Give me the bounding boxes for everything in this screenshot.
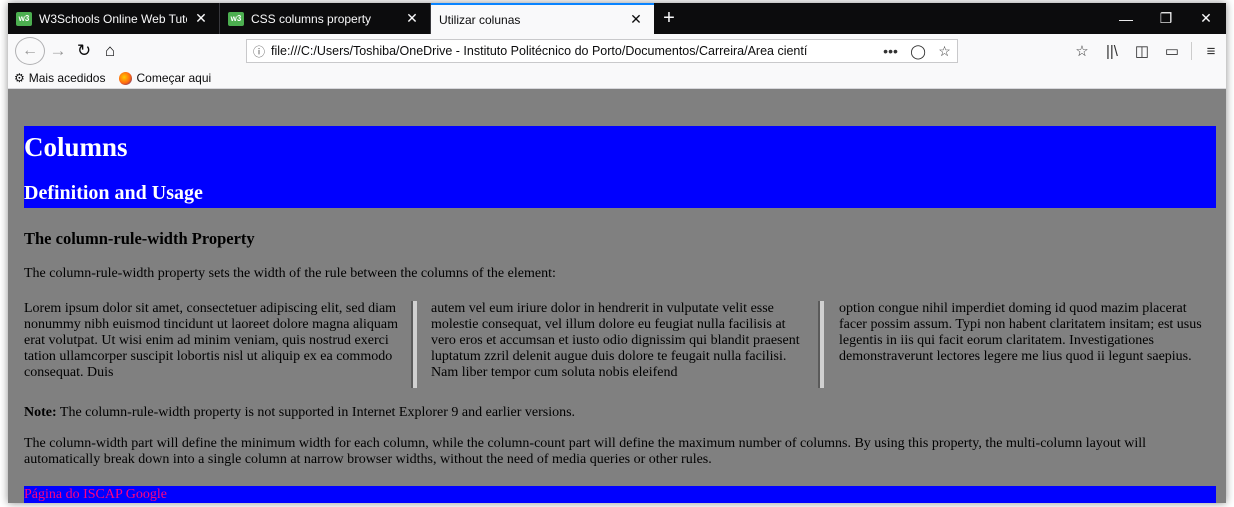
- hamburger-menu-icon[interactable]: ≡: [1196, 43, 1226, 60]
- pocket-icon[interactable]: ◯: [910, 43, 926, 60]
- browser-window: w3 W3Schools Online Web Tutoria ✕ w3 CSS…: [8, 3, 1226, 503]
- tab-css-columns[interactable]: w3 CSS columns property ✕: [220, 3, 431, 34]
- info-icon[interactable]: ⓘ: [247, 43, 271, 60]
- bookmarks-star-list-icon[interactable]: ☆: [1067, 42, 1097, 60]
- multi-column-text: Lorem ipsum dolor sit amet, consectetuer…: [24, 301, 1216, 389]
- restore-button[interactable]: ❐: [1146, 3, 1186, 34]
- back-button[interactable]: ←: [15, 37, 45, 65]
- gear-icon: ⚙: [14, 71, 25, 85]
- close-tab-icon[interactable]: ✕: [404, 10, 420, 27]
- close-tab-icon[interactable]: ✕: [628, 11, 644, 28]
- toolbar-right: ☆ ||\ ◫ ▭ ≡: [1067, 34, 1226, 68]
- firefox-icon: [119, 71, 133, 85]
- url-text[interactable]: file:///C:/Users/Toshiba/OneDrive - Inst…: [271, 44, 877, 58]
- toolbar-divider: [1191, 42, 1192, 60]
- bookmark-star-icon[interactable]: ☆: [938, 43, 951, 60]
- note-paragraph: Note: The column-rule-width property is …: [24, 405, 575, 421]
- tab-utilizar-colunas[interactable]: Utilizar colunas ✕: [431, 3, 654, 34]
- page-actions-menu-icon[interactable]: •••: [883, 43, 898, 60]
- close-window-button[interactable]: ✕: [1186, 3, 1226, 34]
- close-tab-icon[interactable]: ✕: [193, 10, 209, 27]
- note-label: Note:: [24, 405, 57, 420]
- w3schools-favicon-icon: w3: [16, 11, 32, 26]
- footer-bar: Página do ISCAP Google: [24, 486, 1216, 503]
- page-actions: ••• ◯ ☆: [877, 43, 957, 60]
- forward-button[interactable]: →: [45, 38, 71, 64]
- intro-paragraph: The column-rule-width property sets the …: [24, 266, 556, 281]
- page-subtitle: Definition and Usage: [24, 182, 203, 204]
- reload-button[interactable]: ↻: [71, 38, 97, 64]
- w3schools-favicon-icon: w3: [228, 11, 244, 26]
- bookmark-comecar-aqui[interactable]: Começar aqui: [119, 71, 211, 85]
- bookmark-label: Começar aqui: [136, 71, 212, 85]
- tab-bar: w3 W3Schools Online Web Tutoria ✕ w3 CSS…: [8, 3, 1226, 34]
- column-3: option congue nihil imperdiet doming id …: [839, 301, 1202, 364]
- minimize-button[interactable]: —: [1106, 3, 1146, 34]
- iscap-google-link[interactable]: Página do ISCAP Google: [24, 487, 167, 502]
- page-content: Columns Definition and Usage The column-…: [8, 89, 1226, 503]
- tab-title: Utilizar colunas: [439, 12, 521, 27]
- description-paragraph: The column-width part will define the mi…: [24, 436, 1146, 467]
- section-heading: The column-rule-width Property: [24, 229, 255, 248]
- reader-icon[interactable]: ▭: [1157, 42, 1187, 60]
- address-bar[interactable]: ⓘ file:///C:/Users/Toshiba/OneDrive - In…: [246, 39, 958, 63]
- bookmark-label: Mais acedidos: [28, 71, 106, 85]
- library-icon[interactable]: ||\: [1097, 43, 1127, 60]
- bookmarks-toolbar: ⚙ Mais acedidos Começar aqui: [8, 68, 1226, 89]
- tab-title: W3Schools Online Web Tutoria: [39, 11, 187, 26]
- home-button[interactable]: ⌂: [97, 38, 123, 64]
- column-1: Lorem ipsum dolor sit amet, consectetuer…: [24, 301, 399, 380]
- page-header: Columns Definition and Usage: [24, 126, 1216, 208]
- navigation-toolbar: ← → ↻ ⌂ ⓘ file:///C:/Users/Toshiba/OneDr…: [8, 34, 1226, 68]
- tab-w3schools[interactable]: w3 W3Schools Online Web Tutoria ✕: [8, 3, 220, 34]
- new-tab-button[interactable]: +: [654, 3, 684, 34]
- page-title: Columns: [24, 132, 128, 162]
- window-controls: — ❐ ✕: [1106, 3, 1226, 34]
- tab-title: CSS columns property: [251, 11, 372, 26]
- bookmark-mais-acedidos[interactable]: ⚙ Mais acedidos: [14, 71, 105, 85]
- column-2: autem vel eum iriure dolor in hendrerit …: [431, 301, 800, 380]
- sidebar-icon[interactable]: ◫: [1127, 42, 1157, 60]
- note-text: The column-rule-width property is not su…: [56, 405, 576, 420]
